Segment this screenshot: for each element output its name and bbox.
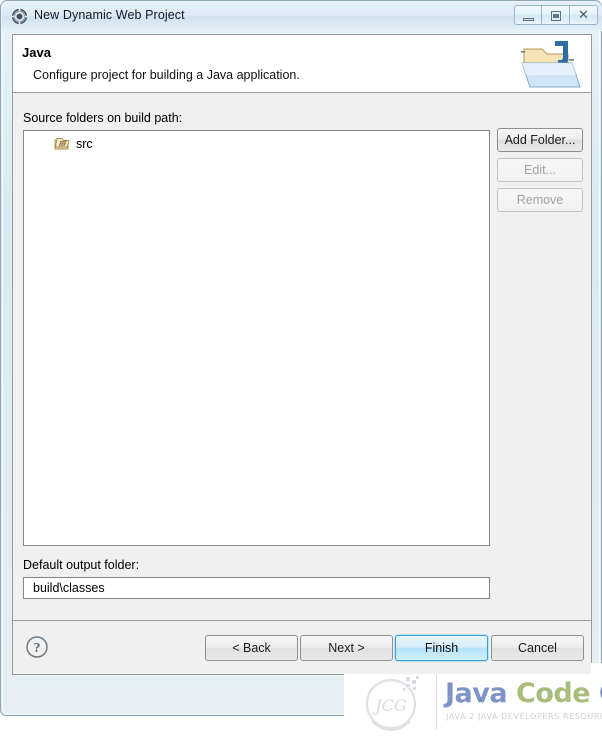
java-build-path-folder-icon — [518, 39, 582, 91]
source-folders-label: Source folders on build path: — [23, 111, 183, 125]
dialog-button-bar: ? < Back Next > Finish Cancel — [13, 620, 591, 674]
watermark-word-java: Java — [445, 678, 508, 709]
wizard-dialog: Java Configure project for building a Ja… — [12, 34, 602, 741]
source-folder-name: src — [76, 137, 93, 151]
window-title: New Dynamic Web Project — [34, 8, 185, 22]
watermark-tagline: JAVA 2 JAVA DEVELOPERS RESOURCE CENTER — [446, 712, 602, 721]
dialog-window: New Dynamic Web Project ✕ Java Configure… — [0, 0, 602, 741]
minimize-button[interactable] — [514, 5, 542, 25]
remove-button: Remove — [497, 188, 583, 212]
watermark-title: Java Code Geeks — [445, 679, 602, 709]
watermark-word-code: Code — [516, 678, 591, 709]
output-folder-label: Default output folder: — [23, 558, 140, 572]
source-folders-list[interactable]: src — [23, 130, 490, 546]
watermark-divider — [436, 675, 437, 729]
output-folder-input[interactable] — [23, 577, 490, 599]
next-button[interactable]: Next > — [300, 635, 393, 661]
wizard-banner: Java Configure project for building a Ja… — [13, 35, 591, 93]
svg-text:?: ? — [34, 641, 41, 656]
source-folder-actions: Add Folder... Edit... Remove — [497, 128, 583, 218]
page-description: Configure project for building a Java ap… — [33, 68, 300, 82]
edit-button: Edit... — [497, 158, 583, 182]
package-folder-icon — [54, 136, 70, 152]
jcg-logo-icon: JCG — [360, 671, 426, 733]
close-icon: ✕ — [578, 7, 589, 22]
window-controls: ✕ — [514, 5, 598, 25]
eclipse-wizard-icon — [11, 8, 28, 25]
title-bar: New Dynamic Web Project ✕ — [2, 2, 602, 31]
add-folder-button[interactable]: Add Folder... — [497, 128, 583, 152]
finish-button[interactable]: Finish — [395, 635, 488, 661]
maximize-button[interactable] — [542, 5, 570, 25]
page-content: Source folders on build path: src Add Fo… — [13, 93, 602, 741]
svg-text:JCG: JCG — [372, 696, 407, 715]
list-item[interactable]: src — [24, 135, 93, 153]
help-icon[interactable]: ? — [25, 635, 49, 659]
back-button[interactable]: < Back — [205, 635, 298, 661]
cancel-button[interactable]: Cancel — [491, 635, 584, 661]
java-code-geeks-watermark: JCG Java Code Geeks — [344, 663, 602, 741]
page-title: Java — [22, 45, 51, 60]
close-button[interactable]: ✕ — [570, 5, 598, 25]
